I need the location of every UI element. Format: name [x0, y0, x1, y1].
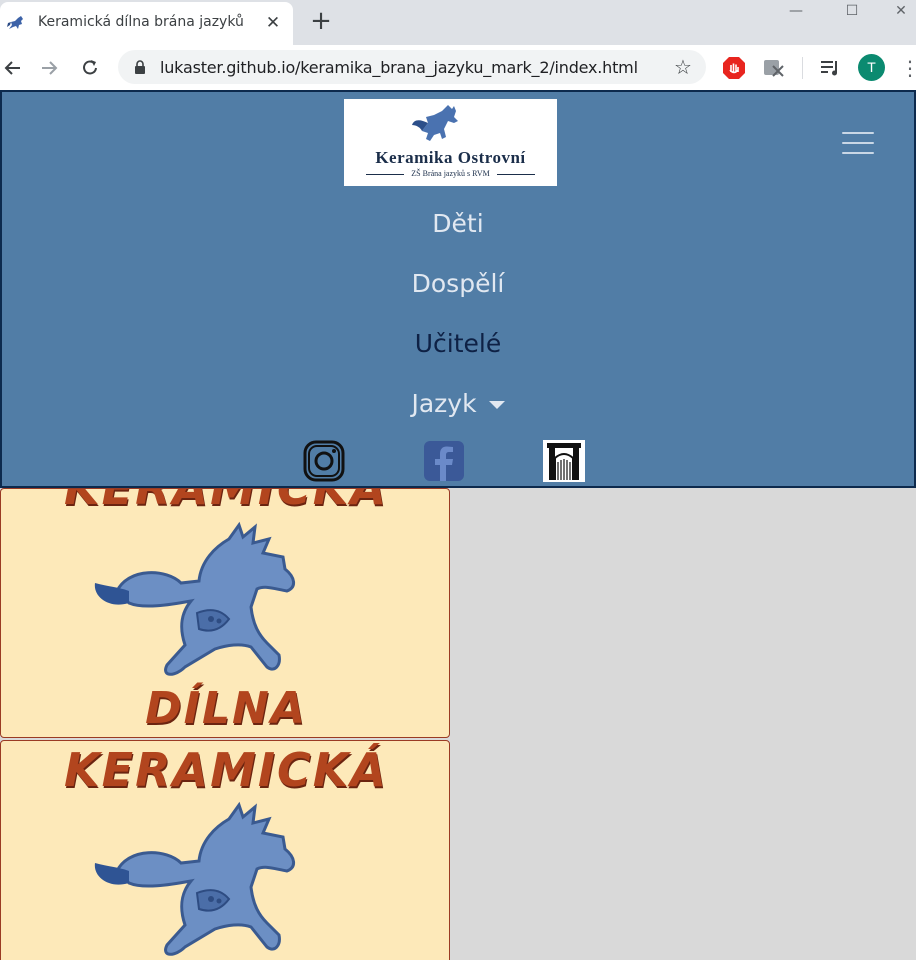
card-title-top: KERAMICKÁ [64, 743, 388, 797]
instagram-icon[interactable] [303, 440, 345, 482]
school-gate-icon[interactable] [543, 440, 585, 482]
navbar-toggler-icon[interactable] [842, 130, 874, 156]
minimize-button[interactable]: — [774, 0, 818, 22]
browser-tab[interactable]: Keramická dílna brána jazyků ✕ [0, 2, 293, 45]
nav-dropdown-jazyk-label: Jazyk [411, 389, 477, 418]
horse-favicon-icon [7, 16, 23, 29]
forward-icon[interactable] [36, 54, 64, 82]
new-tab-button[interactable]: + [308, 8, 334, 35]
profile-avatar[interactable]: T [858, 54, 885, 81]
address-bar[interactable]: lukaster.github.io/keramika_brana_jazyku… [118, 50, 706, 84]
nav-link-dospeli-label: Dospělí [411, 269, 505, 298]
workshop-card-2[interactable]: KERAMICKÁ [0, 740, 450, 960]
back-icon[interactable] [0, 54, 28, 82]
close-tab-icon[interactable]: ✕ [262, 12, 284, 34]
reload-icon[interactable] [76, 54, 104, 82]
ceramic-horse-icon [94, 521, 295, 676]
tab-title: Keramická dílna brána jazyků [38, 14, 244, 30]
bookmark-star-icon[interactable]: ☆ [670, 54, 696, 80]
workshop-card-1[interactable]: KERAMICKÁ DÍLNA [0, 488, 450, 738]
nav-dropdown-jazyk[interactable]: Jazyk [2, 389, 914, 418]
browser-toolbar: lukaster.github.io/keramika_brana_jazyku… [0, 45, 916, 90]
nav-link-ucitele[interactable]: Učitelé [2, 329, 914, 358]
nav-link-deti-label: Děti [432, 209, 484, 238]
close-window-button[interactable]: ✕ [886, 0, 916, 22]
adblock-icon[interactable] [722, 56, 746, 80]
extension-icon[interactable] [762, 56, 786, 80]
lock-icon [135, 60, 145, 74]
maximize-button[interactable]: ☐ [830, 0, 874, 22]
card-title-top: KERAMICKÁ [64, 488, 388, 515]
brand-title: Keramika Ostrovní [375, 148, 526, 167]
card-title-bottom: DÍLNA [145, 683, 307, 734]
horse-logo-icon [412, 105, 458, 141]
facebook-icon[interactable] [423, 440, 465, 482]
caret-down-icon [488, 401, 505, 409]
brand-rule-right [497, 174, 535, 175]
site-navbar: Keramika Ostrovní ZŠ Brána jazyků s RVM … [0, 90, 916, 488]
nav-link-deti[interactable]: Děti [2, 209, 914, 238]
url-text: lukaster.github.io/keramika_brana_jazyku… [160, 58, 638, 77]
browser-menu-icon[interactable]: ⋮ [900, 54, 916, 82]
ceramic-horse-icon [94, 801, 295, 956]
media-control-icon[interactable] [818, 56, 842, 80]
toolbar-divider [802, 57, 803, 79]
brand-logo[interactable]: Keramika Ostrovní ZŠ Brána jazyků s RVM [344, 99, 557, 186]
nav-link-dospeli[interactable]: Dospělí [2, 269, 914, 298]
browser-tab-bar: Keramická dílna brána jazyků ✕ + — ☐ ✕ [0, 0, 916, 45]
nav-link-ucitele-label: Učitelé [414, 329, 502, 358]
